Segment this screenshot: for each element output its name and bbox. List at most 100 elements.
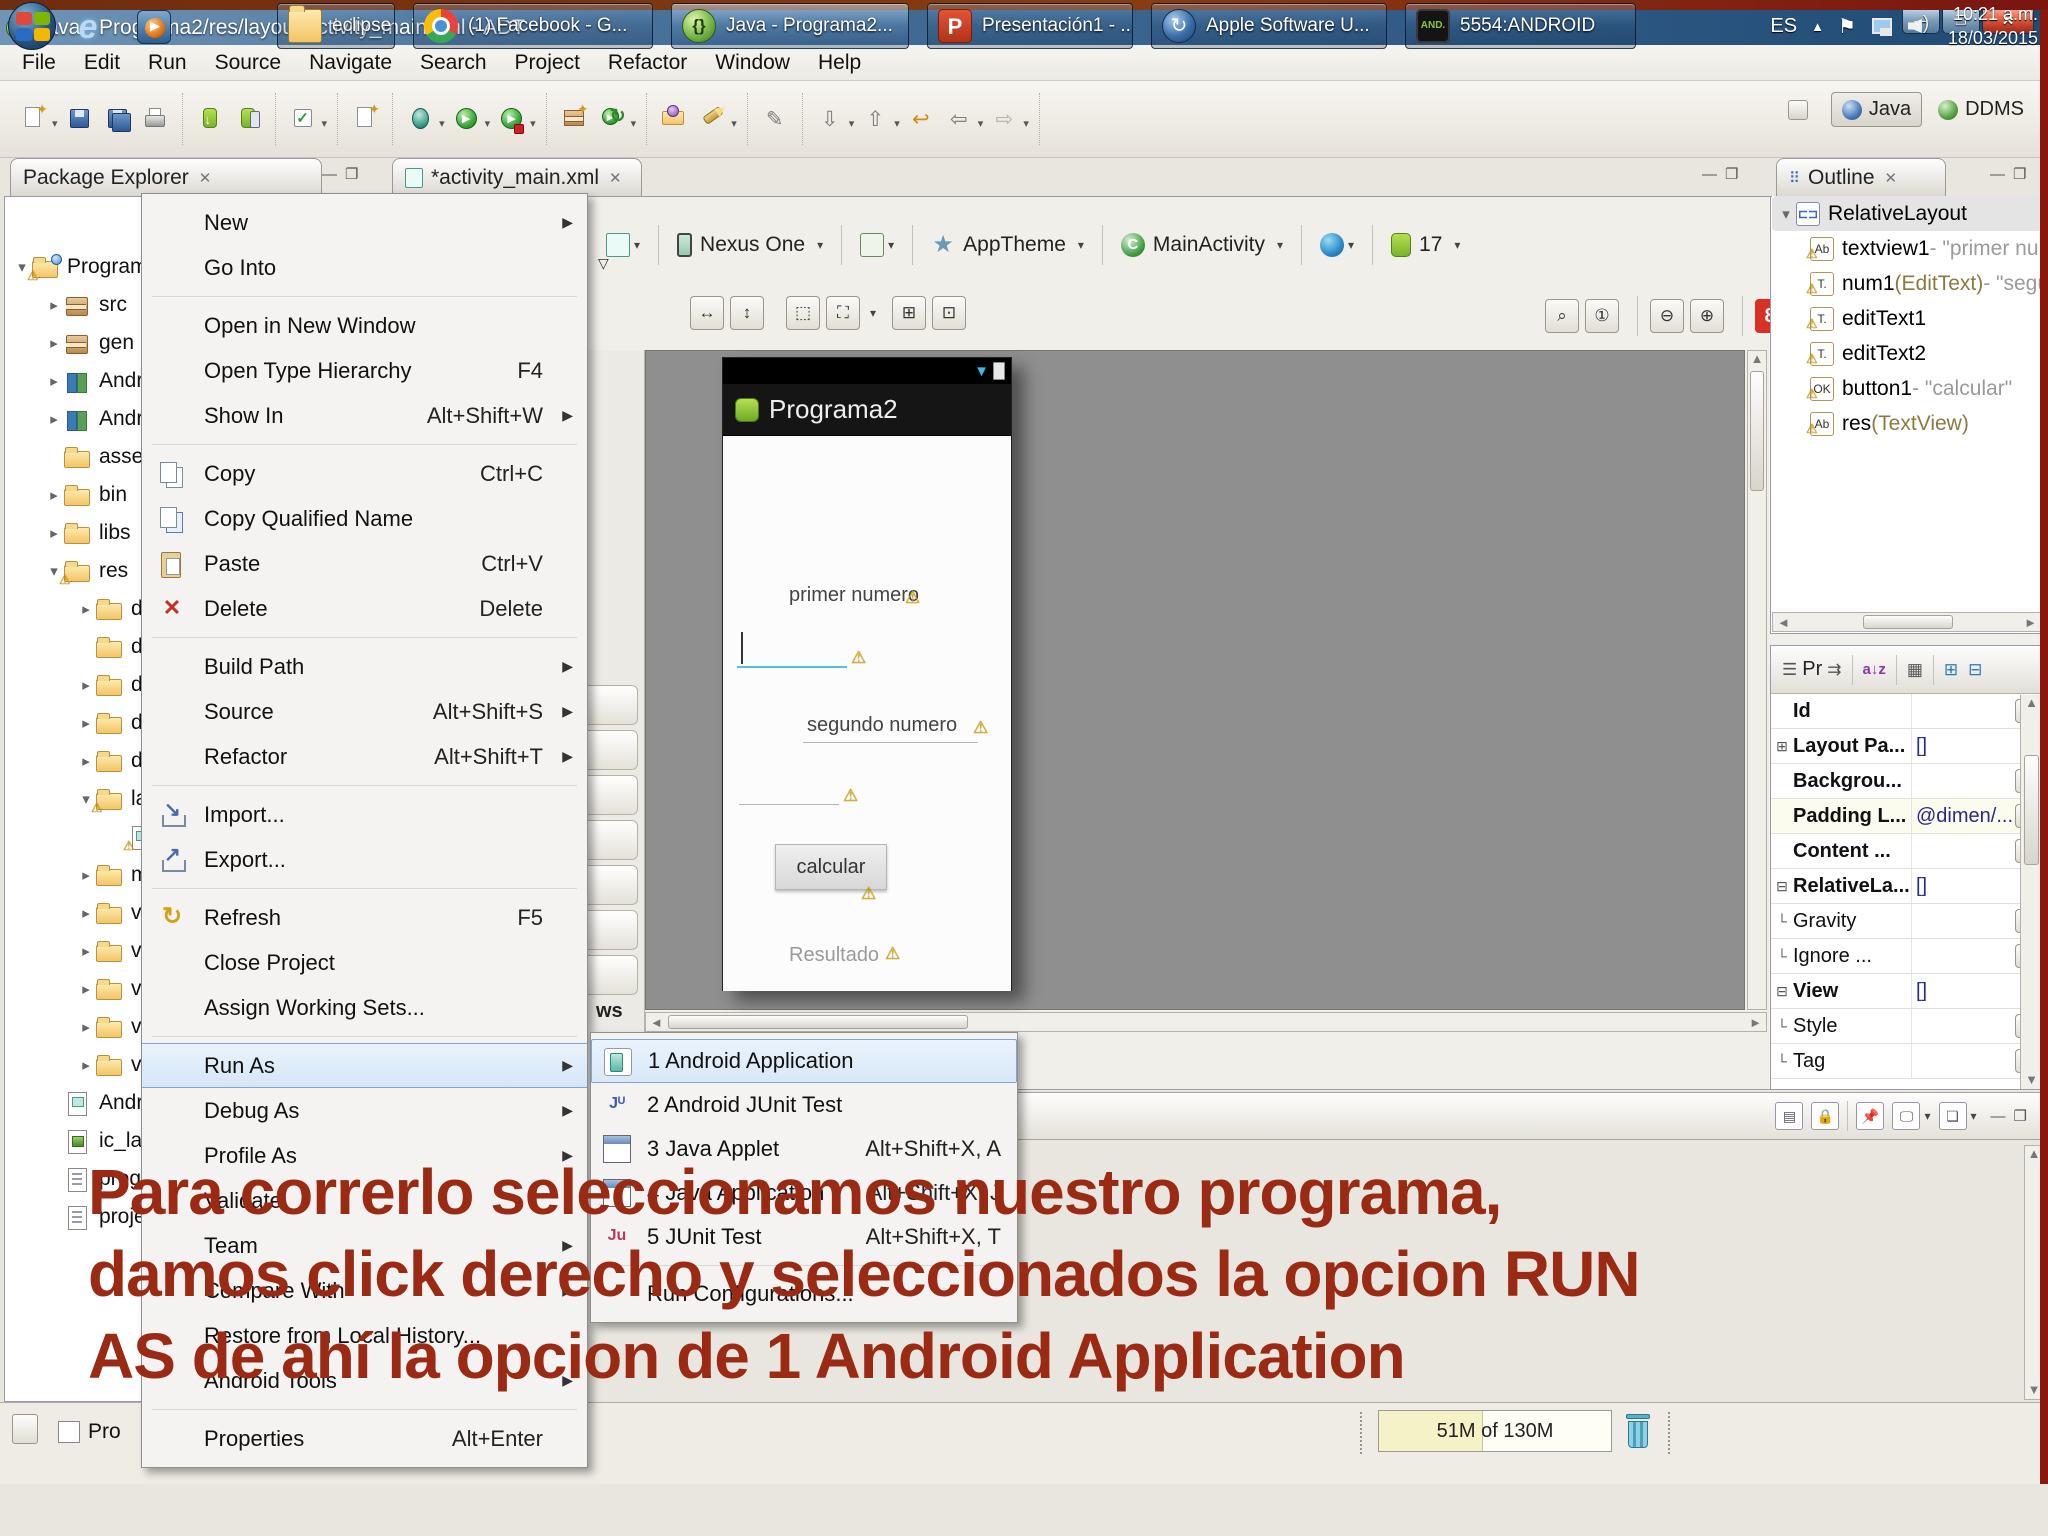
menu-edit[interactable]: Edit bbox=[70, 47, 134, 79]
perspective-java[interactable]: Java bbox=[1830, 92, 1923, 127]
context-menu-item-new[interactable]: New ▶ bbox=[142, 200, 587, 245]
fill-height-button[interactable]: ↕ bbox=[730, 296, 764, 330]
property-row-gravity[interactable]: └Gravity··· bbox=[1771, 904, 2043, 939]
zoom-out-icon[interactable]: ⊖ bbox=[1650, 299, 1684, 333]
chevron-down-icon[interactable]: ▾ bbox=[52, 117, 58, 130]
context-menu-item-refactor[interactable]: Refactor Alt+Shift+T ▶ bbox=[142, 734, 587, 779]
menu-project[interactable]: Project bbox=[501, 47, 594, 79]
zoom-fit-icon[interactable]: ⌕ bbox=[1545, 299, 1579, 333]
zoom-in-icon[interactable]: ⊕ bbox=[1690, 299, 1724, 333]
internet-explorer-button[interactable]: e bbox=[68, 8, 108, 46]
tree-collapsed-icon[interactable]: ▸ bbox=[76, 942, 96, 960]
searchtool-icon[interactable] bbox=[697, 103, 729, 135]
activity-select[interactable]: C MainActivity ▾ bbox=[1115, 229, 1289, 261]
property-value[interactable] bbox=[1911, 834, 2015, 868]
scroll-right-icon[interactable]: ► bbox=[2024, 615, 2037, 630]
scroll-thumb[interactable] bbox=[2024, 755, 2039, 865]
context-menu-item-copy[interactable]: Copy Ctrl+C bbox=[142, 451, 587, 496]
tree-expanded-icon[interactable]: ▾ bbox=[1776, 205, 1796, 223]
fill-width-button[interactable]: ↔ bbox=[690, 296, 724, 330]
outline-item-button1[interactable]: OK ⚠ button1 - "calcular" bbox=[1772, 371, 2042, 406]
property-row-content[interactable]: Content ...··· bbox=[1771, 834, 2043, 869]
selection-mode-button[interactable]: ⬚ bbox=[786, 296, 820, 330]
print-icon[interactable] bbox=[140, 103, 170, 135]
scroll-up-icon[interactable]: ▲ bbox=[2021, 695, 2042, 710]
edittext-num1[interactable] bbox=[737, 666, 847, 668]
chevron-down-icon[interactable]: ▾ bbox=[485, 117, 491, 130]
prevann-icon[interactable]: ⇧ bbox=[860, 103, 890, 135]
outline-item-num1[interactable]: T.⚠ num1 (EditText) - "segu bbox=[1772, 266, 2042, 301]
taskbar-button-eclipse[interactable]: eclipse bbox=[277, 3, 395, 49]
menu-navigate[interactable]: Navigate bbox=[295, 47, 406, 79]
open-console-icon[interactable]: ❏ bbox=[1938, 1102, 1967, 1130]
tree-collapsed-icon[interactable]: ▸ bbox=[44, 486, 64, 504]
outline-item-edittext2[interactable]: T. ⚠ editText2 bbox=[1772, 336, 2042, 371]
tree-collapsed-icon[interactable]: ▸ bbox=[44, 410, 64, 428]
expand-all-icon[interactable]: ⊞ bbox=[1944, 660, 1958, 680]
media-player-button[interactable] bbox=[134, 8, 174, 46]
menu-refactor[interactable]: Refactor bbox=[594, 47, 701, 79]
run-as-item-2-android-junit-test[interactable]: Jᵁ 2 Android JUnit Test bbox=[591, 1083, 1017, 1127]
scroll-thumb[interactable] bbox=[1863, 615, 1953, 629]
perspective-ddms[interactable]: DDMS bbox=[1928, 93, 2034, 126]
tree-collapsed-icon[interactable]: ▸ bbox=[76, 752, 96, 770]
property-value[interactable] bbox=[1911, 904, 2015, 938]
chevron-down-icon[interactable]: ▾ bbox=[731, 117, 737, 130]
check-icon[interactable]: ✓ bbox=[288, 103, 318, 135]
design-canvas[interactable]: ▼ Programa2 primer numero ⚠ ⚠ segundo nu… bbox=[645, 350, 1745, 1010]
occurrences-icon[interactable]: ✎ bbox=[760, 103, 790, 135]
action-center-flag-icon[interactable]: ⚑ bbox=[1838, 14, 1856, 39]
back-icon[interactable]: ⇦ bbox=[944, 103, 974, 135]
sdk-icon[interactable]: ↓ bbox=[195, 103, 225, 135]
tree-collapsed-icon[interactable]: ▸ bbox=[44, 372, 64, 390]
tree-collapsed-icon[interactable]: ▸ bbox=[76, 714, 96, 732]
property-value[interactable] bbox=[1911, 1044, 2015, 1078]
run-icon[interactable]: ▶ bbox=[451, 103, 481, 135]
collapse-icon[interactable]: ⊟ bbox=[1771, 983, 1793, 1000]
menu-search[interactable]: Search bbox=[406, 47, 501, 79]
taskbar-clock[interactable]: 10:21 a.m. 18/03/2015 bbox=[1948, 2, 2038, 50]
clear-console-icon[interactable]: ▤ bbox=[1775, 1102, 1804, 1130]
chevron-down-icon[interactable]: ▾ bbox=[978, 117, 984, 130]
device-select[interactable]: Nexus One ▾ bbox=[671, 229, 829, 261]
close-icon[interactable]: ✕ bbox=[199, 169, 212, 187]
context-menu-item-source[interactable]: Source Alt+Shift+S ▶ bbox=[142, 689, 587, 734]
tree-collapsed-icon[interactable]: ▸ bbox=[76, 904, 96, 922]
outline-item-edittext1[interactable]: T. ⚠ editText1 bbox=[1772, 301, 2042, 336]
avd-icon[interactable] bbox=[233, 103, 263, 135]
pkgnew-icon[interactable]: ✦ bbox=[559, 101, 589, 135]
property-value[interactable] bbox=[1911, 764, 2015, 798]
run-as-item-1-android-application[interactable]: 1 Android Application bbox=[591, 1039, 1017, 1083]
opentype-icon[interactable] bbox=[659, 103, 689, 135]
orientation-select[interactable]: ▾ bbox=[854, 229, 900, 261]
context-menu-item-assign-working-sets[interactable]: Assign Working Sets... bbox=[142, 985, 587, 1030]
property-row-style[interactable]: └Style··· bbox=[1771, 1009, 2043, 1044]
context-menu-item-show-in[interactable]: Show In Alt+Shift+W ▶ bbox=[142, 393, 587, 438]
taskbar-button-presentaci-n1[interactable]: P Presentación1 - ... bbox=[927, 3, 1133, 49]
canvas-hscrollbar[interactable]: ◄ ► bbox=[645, 1012, 1767, 1032]
context-menu-item-export[interactable]: Export... bbox=[142, 837, 587, 882]
scroll-left-icon[interactable]: ◄ bbox=[1777, 615, 1790, 630]
taskbar-button-java-programa2[interactable]: {} Java - Programa2... bbox=[671, 3, 909, 49]
tray-expand-icon[interactable]: ▲ bbox=[1811, 19, 1824, 34]
expand-mode-button[interactable]: ⛶ bbox=[826, 296, 860, 330]
taskbar-button-apple-software-u[interactable]: ↻ Apple Software U... bbox=[1151, 3, 1387, 49]
outline-item-relativelayout[interactable]: ▾ ⊏⊐ RelativeLayout bbox=[1772, 196, 2042, 231]
lastedit-icon[interactable]: ↩ bbox=[906, 103, 936, 135]
zoom-reset-icon[interactable]: ① bbox=[1585, 299, 1619, 333]
chevron-down-icon[interactable]: ▾ bbox=[322, 117, 328, 130]
canvas-vscrollbar[interactable]: ▲ bbox=[1747, 350, 1767, 1010]
context-menu-item-run-as[interactable]: Run As ▶ bbox=[142, 1043, 587, 1088]
fast-view-button[interactable] bbox=[12, 1414, 38, 1444]
context-menu-item-import[interactable]: Import... bbox=[142, 792, 587, 837]
pin-console-icon[interactable]: 📌 bbox=[1856, 1102, 1885, 1130]
snap-grid-button[interactable]: ⊞ bbox=[892, 296, 927, 330]
view-menu-icon[interactable]: ▽ bbox=[598, 255, 609, 272]
context-menu-item-open-in-new-window[interactable]: Open in New Window bbox=[142, 303, 587, 348]
property-value[interactable] bbox=[1911, 939, 2015, 973]
properties-vscrollbar[interactable]: ▲ ▼ bbox=[2020, 695, 2042, 1089]
scroll-lock-icon[interactable]: 🔒 bbox=[1811, 1102, 1840, 1130]
menu-run[interactable]: Run bbox=[134, 47, 201, 79]
chevron-down-icon[interactable]: ▾ bbox=[1924, 1109, 1930, 1123]
tree-collapsed-icon[interactable]: ▸ bbox=[76, 600, 96, 618]
